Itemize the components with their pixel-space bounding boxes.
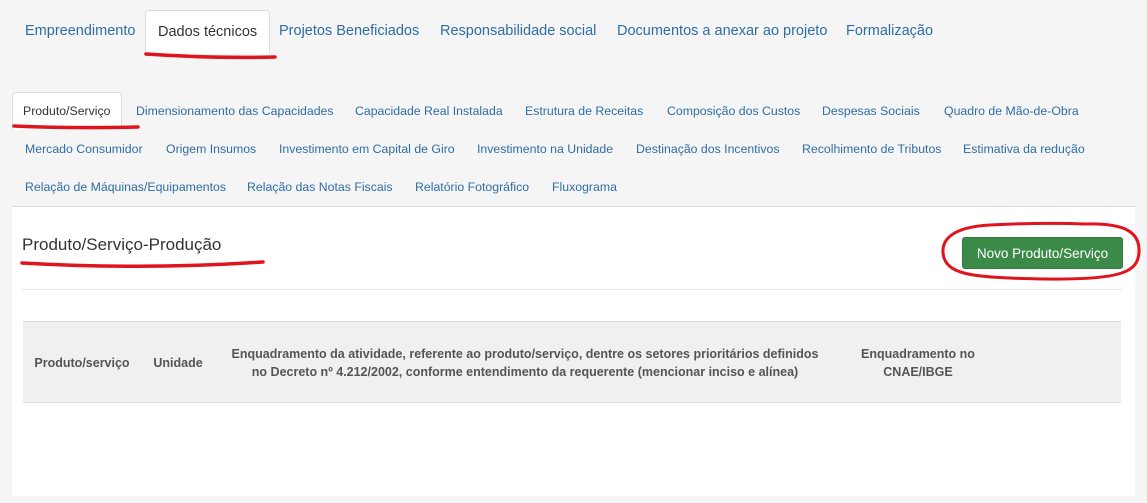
subtab-estimativa-reducao[interactable]: Estimativa da redução <box>963 132 1085 166</box>
subtab-estrutura-receitas[interactable]: Estrutura de Receitas <box>525 94 643 128</box>
subtab-recolhimento-tributos[interactable]: Recolhimento de Tributos <box>802 132 941 166</box>
tab-projetos-beneficiados[interactable]: Projetos Beneficiados <box>279 10 419 54</box>
subtab-composicao-custos[interactable]: Composição dos Custos <box>667 94 800 128</box>
section-divider <box>22 289 1122 290</box>
column-header-unidade: Unidade <box>153 356 203 370</box>
underline-dados-tecnicos <box>144 52 277 60</box>
new-product-service-button[interactable]: Novo Produto/Serviço <box>962 237 1123 269</box>
subtab-produto-servico[interactable]: Produto/Serviço <box>12 92 122 130</box>
subtab-origem-insumos[interactable]: Origem Insumos <box>166 132 256 166</box>
subtab-capital-giro[interactable]: Investimento em Capital de Giro <box>279 132 455 166</box>
content-panel: Produto/Serviço-Produção Novo Produto/Se… <box>12 206 1135 496</box>
subtab-mercado-consumidor[interactable]: Mercado Consumidor <box>25 132 143 166</box>
subtab-notas-fiscais[interactable]: Relação das Notas Fiscais <box>247 170 393 204</box>
column-header-enquadramento-atividade: Enquadramento da atividade, referente ao… <box>231 347 819 379</box>
subtab-destinacao-incentivos[interactable]: Destinação dos Incentivos <box>636 132 780 166</box>
subtab-quadro-mao-de-obra[interactable]: Quadro de Mão-de-Obra <box>944 94 1079 128</box>
column-header-cnae-ibge: Enquadramento no CNAE/IBGE <box>861 347 975 379</box>
subtab-fluxograma[interactable]: Fluxograma <box>552 170 617 204</box>
tab-responsabilidade-social[interactable]: Responsabilidade social <box>440 10 596 54</box>
section-title: Produto/Serviço-Produção <box>22 235 222 254</box>
subtab-relatorio-fotografico[interactable]: Relatório Fotográfico <box>415 170 529 204</box>
main-tabs: Empreendimento Dados técnicos Projetos B… <box>11 10 1136 54</box>
sub-tabs: Produto/Serviço Dimensionamento das Capa… <box>11 92 1136 207</box>
tab-formalizacao[interactable]: Formalização <box>846 10 933 54</box>
tab-dados-tecnicos[interactable]: Dados técnicos <box>145 10 271 54</box>
subtab-investimento-unidade[interactable]: Investimento na Unidade <box>477 132 613 166</box>
subtab-capacidade-real[interactable]: Capacidade Real Instalada <box>355 94 503 128</box>
table-header-row: Produto/serviço Unidade Enquadramento da… <box>23 321 1121 403</box>
tab-documentos-anexar[interactable]: Documentos a anexar ao projeto <box>617 10 827 54</box>
column-header-produto-servico: Produto/serviço <box>34 356 130 370</box>
subtab-dimensionamento[interactable]: Dimensionamento das Capacidades <box>136 94 334 128</box>
tab-empreendimento[interactable]: Empreendimento <box>25 10 135 54</box>
subtab-maquinas-equipamentos[interactable]: Relação de Máquinas/Equipamentos <box>25 170 226 204</box>
subtab-despesas-sociais[interactable]: Despesas Sociais <box>822 94 920 128</box>
